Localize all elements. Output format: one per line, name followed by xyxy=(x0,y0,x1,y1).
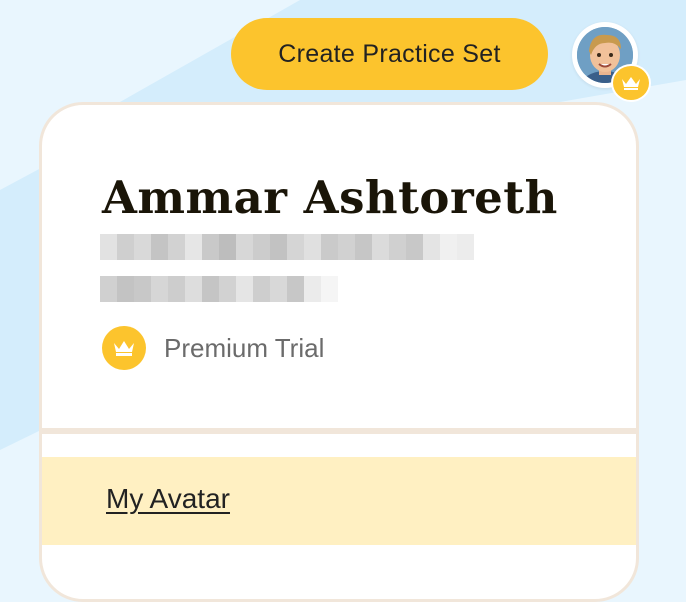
create-practice-set-label: Create Practice Set xyxy=(278,39,501,68)
plan-status: Premium Trial xyxy=(102,326,324,370)
menu-item-label: My Avatar xyxy=(106,483,230,514)
redacted-email xyxy=(100,234,474,260)
create-practice-set-button[interactable]: Create Practice Set xyxy=(231,18,548,90)
profile-card: Ammar Ashtoreth Premium Trial My Avatar xyxy=(39,102,639,602)
plan-label: Premium Trial xyxy=(164,332,325,363)
profile-name: Ammar Ashtoreth xyxy=(102,171,558,224)
premium-badge-icon xyxy=(611,64,651,102)
profile-summary: Ammar Ashtoreth Premium Trial xyxy=(42,105,636,431)
redacted-username xyxy=(100,276,338,302)
crown-icon xyxy=(102,326,146,370)
crown-icon xyxy=(622,77,640,90)
menu-item-my-avatar[interactable]: My Avatar xyxy=(42,457,636,545)
section-divider xyxy=(42,428,636,434)
